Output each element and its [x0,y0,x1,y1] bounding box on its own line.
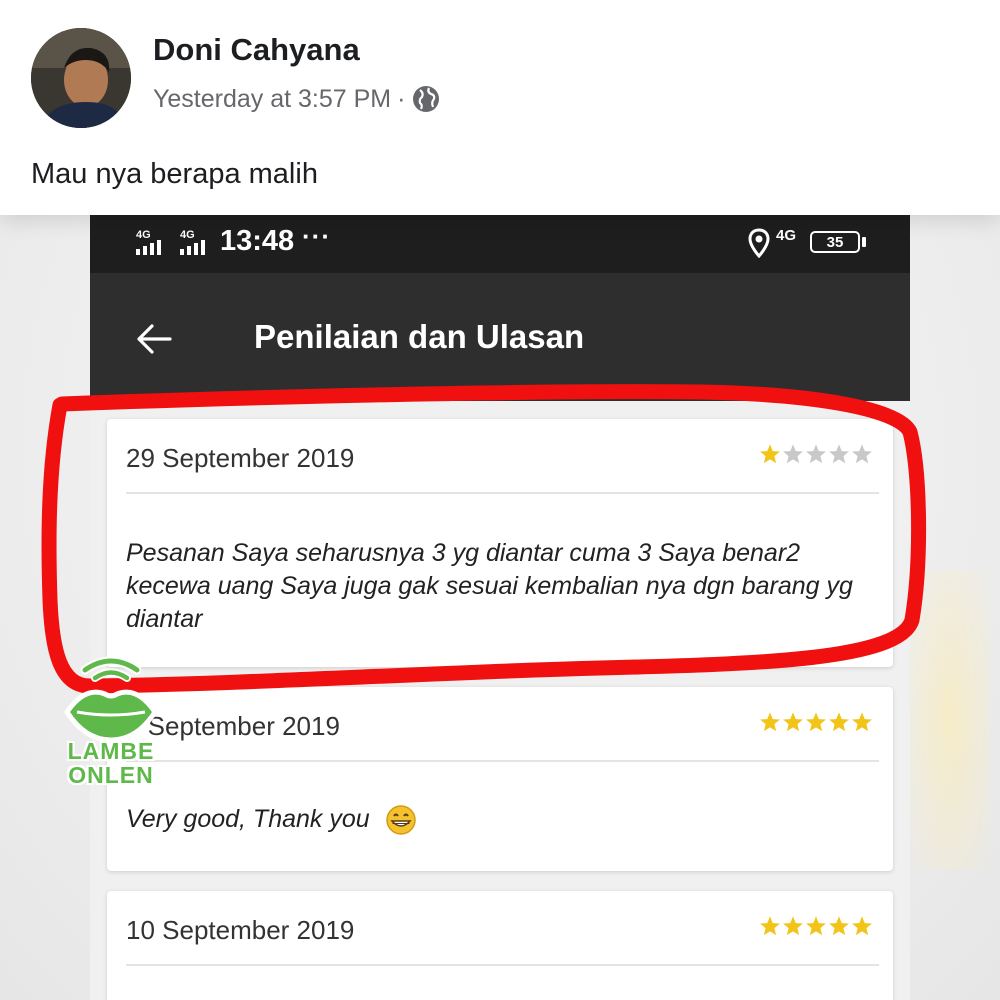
star-empty-icon [852,444,872,464]
star-filled-icon [852,712,872,732]
review-text-container: Very good, Thank you [126,803,866,836]
review-text: Pesanan Saya seharusnya 3 yg diantar cum… [126,539,853,633]
watermark-line-2: ONLEN [68,762,154,788]
location-icon [748,228,770,258]
star-filled-icon [806,712,826,732]
lips-logo-icon [63,656,159,743]
star-filled-icon [806,916,826,936]
star-filled-icon [829,712,849,732]
page-title: Penilaian dan Ulasan [254,318,585,355]
signal-group: 4G 4G [134,227,214,257]
avatar[interactable] [31,28,131,128]
watermark: LAMBE ONLEN [55,652,167,792]
post-timestamp[interactable]: Yesterday at 3:57 PM [153,85,391,114]
backdrop-glow [910,570,990,870]
star-filled-icon [760,916,780,936]
signal-label-1: 4G [136,229,151,241]
battery-nub [862,237,866,247]
star-filled-icon [760,444,780,464]
author-name[interactable]: Doni Cahyana [153,32,360,68]
grinning-face-icon [385,805,416,836]
post-meta: Yesterday at 3:57 PM · [153,82,441,116]
star-filled-icon [783,712,803,732]
divider [126,964,879,966]
star-empty-icon [806,444,826,464]
status-more: ··· [302,221,331,251]
star-filled-icon [760,712,780,732]
star-filled-icon [829,916,849,936]
battery-icon: 35 [810,231,860,253]
status-time: 13:48 [220,225,295,257]
signal-icon: 4G [136,229,161,255]
star-empty-icon [783,444,803,464]
status-bar: 4G 4G 13:48 ··· 4G 35 [90,215,910,273]
signal-label-2: 4G [180,229,195,241]
signal-icon: 4G [180,229,205,255]
review-date: 10 September 2019 [126,915,355,945]
review-text: Very good, Thank you [126,805,370,833]
review-card: 29 September 2019 Pesanan Saya seharusny… [107,419,893,667]
globe-icon[interactable] [411,84,441,114]
star-filled-icon [783,916,803,936]
network-label: 4G [776,227,797,244]
star-rating [759,915,873,937]
meta-separator: · [397,84,406,113]
divider [126,760,879,762]
review-date: 29 September 2019 [126,443,355,473]
post-caption: Mau nya berapa malih [31,158,318,190]
app-bar: Penilaian dan Ulasan [90,273,910,401]
facebook-post-header: Doni Cahyana Yesterday at 3:57 PM · Mau … [0,0,1000,215]
phone-screenshot: 4G 4G 13:48 ··· 4G 35 Penilaian dan Ulas… [90,215,910,1000]
star-rating [759,711,873,733]
arrow-left-icon[interactable] [134,319,174,359]
star-rating [759,443,873,465]
watermark-line-1: LAMBE [67,738,155,764]
divider [126,492,879,494]
review-card: 10 September 2019 [107,891,893,1000]
star-filled-icon [852,916,872,936]
star-empty-icon [829,444,849,464]
battery-level: 35 [826,233,844,251]
review-card: 3 September 2019 Very good, Thank you [107,687,893,871]
